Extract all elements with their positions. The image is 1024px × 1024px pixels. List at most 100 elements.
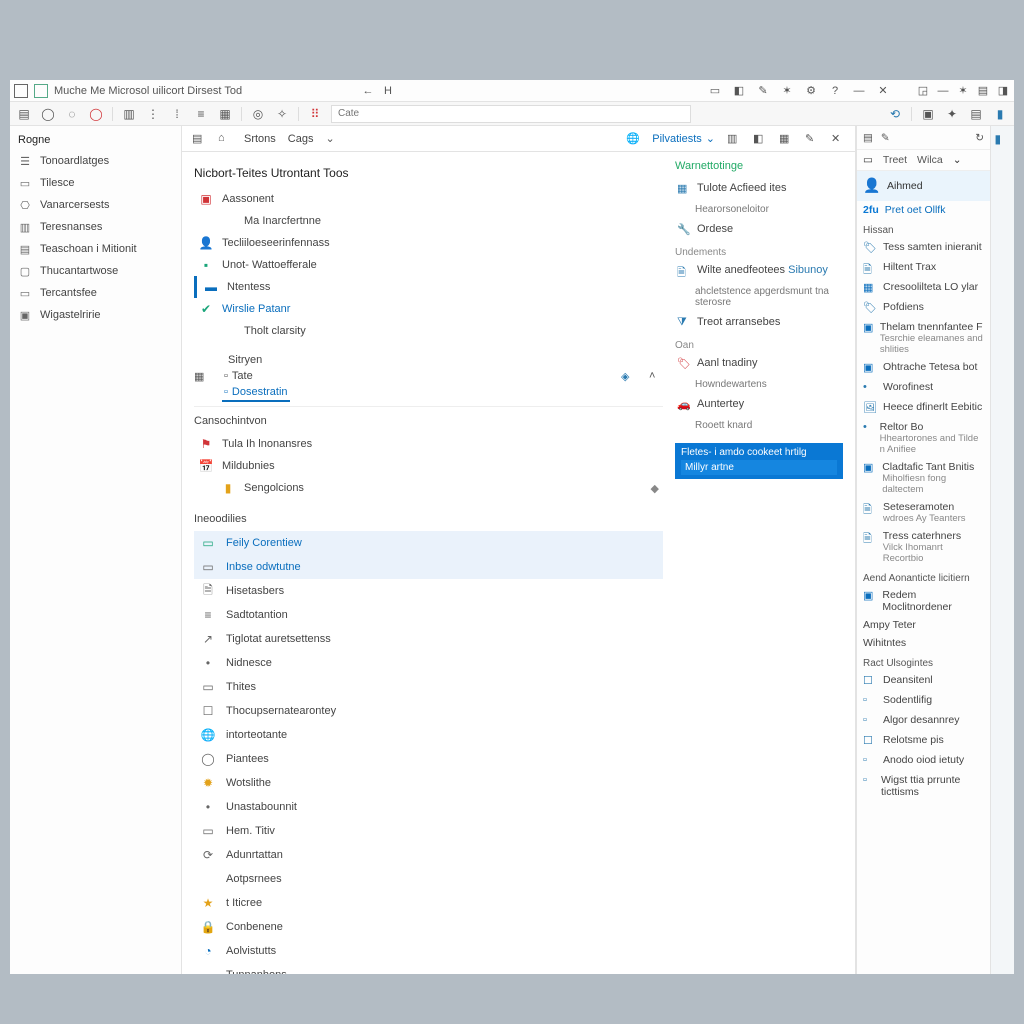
- rp-items3-item-2[interactable]: ▫ Algor desannrey: [857, 711, 990, 731]
- back-icon[interactable]: ←: [361, 84, 375, 98]
- tb-i1-icon[interactable]: ▥: [121, 106, 137, 122]
- tb-i2-icon[interactable]: ⋮: [145, 106, 161, 122]
- tab-more-icon[interactable]: ◈: [621, 370, 635, 384]
- far-ic1[interactable]: ▮: [995, 132, 1011, 148]
- head-tab2[interactable]: Cags: [288, 133, 314, 145]
- list2-item-14[interactable]: Aotpsrnees: [194, 867, 663, 891]
- rp-items3-item-4[interactable]: ▫ Anodo oiod ietuty: [857, 751, 990, 771]
- list2-item-6[interactable]: ▭ Thites: [194, 675, 663, 699]
- command-input[interactable]: [331, 105, 691, 123]
- main-row-2[interactable]: 👤 Tecliiloeseerinfennass: [194, 232, 663, 254]
- lnav-item-0[interactable]: ☰ Tonoardlatges: [10, 150, 181, 172]
- rp-items3-item-1[interactable]: ▫ Sodentlifig: [857, 691, 990, 711]
- tb-grid-icon[interactable]: ⠿: [307, 106, 323, 122]
- head-close-icon[interactable]: ✕: [831, 132, 845, 146]
- rp-items1-item-10[interactable]: 🗎 Seteseramotenwdroes Ay Teanters: [857, 498, 990, 527]
- lnav-item-4[interactable]: ▤ Teaschoan i Mitionit: [10, 238, 181, 260]
- ext5-icon[interactable]: ◨: [996, 84, 1010, 98]
- side-highlight[interactable]: Fletes- i amdo cookeet hrtilg Millyr art…: [675, 443, 843, 479]
- list2-item-7[interactable]: ☐ Thocupsernatearontey: [194, 699, 663, 723]
- head-pill[interactable]: Pilvatiests ⌄: [652, 132, 715, 145]
- rp-items1-item-8[interactable]: • Reltor BoHheartorones and Tilde n Anif…: [857, 418, 990, 458]
- lnav-item-7[interactable]: ▣ Wigastelririe: [10, 304, 181, 326]
- list2-item-16[interactable]: 🔒 Conbenene: [194, 915, 663, 939]
- rp-tab2[interactable]: Wilca: [917, 154, 943, 166]
- rp-items3-item-0[interactable]: ☐ Deansitenl: [857, 671, 990, 691]
- list2-item-18[interactable]: Tunnanhons: [194, 963, 663, 974]
- side-item-2-0[interactable]: 🏷 Aanl tnadiny: [675, 353, 843, 375]
- main-row-3[interactable]: ▪ Unot- Wattoefferale: [194, 254, 663, 276]
- ext1-icon[interactable]: ◲: [916, 84, 930, 98]
- tb-new-icon[interactable]: ▤: [16, 106, 32, 122]
- help-icon[interactable]: ?: [828, 84, 842, 98]
- list2-item-10[interactable]: ✹ Wotslithe: [194, 771, 663, 795]
- tb-r4-icon[interactable]: ▮: [992, 106, 1008, 122]
- rp-ic2[interactable]: ✎: [881, 132, 890, 144]
- rp-tab1[interactable]: Treet: [883, 154, 907, 166]
- rp-items1-item-9[interactable]: ▣ Cladtafic Tant BnitisMiholfiesn fong d…: [857, 458, 990, 498]
- main-row-5[interactable]: ✔ Wirslie Patanr: [194, 298, 663, 320]
- row-more-icon[interactable]: ◆: [651, 482, 659, 495]
- rp-book-icon[interactable]: ▭: [863, 154, 873, 166]
- close-icon[interactable]: ✕: [876, 84, 890, 98]
- main-row-0[interactable]: ▣ Aassonent: [194, 188, 663, 210]
- chevron-down-icon[interactable]: ⌄: [325, 132, 339, 146]
- tb-i5-icon[interactable]: ▦: [217, 106, 233, 122]
- rp-items1-item-0[interactable]: 🏷 Tess samten inieranit: [857, 238, 990, 258]
- tb-save-icon[interactable]: ◌: [64, 106, 80, 122]
- side-item-0-0[interactable]: ▦ Tulote Acfieed ites: [675, 178, 843, 200]
- list2-item-1[interactable]: ▭ Inbse odwtutne: [194, 555, 663, 579]
- rp-ic3[interactable]: ↻: [975, 132, 984, 144]
- ext2-icon[interactable]: —: [936, 84, 950, 98]
- ext3-icon[interactable]: ✶: [956, 84, 970, 98]
- rp-items1-item-1[interactable]: 🗎 Hiltent Trax: [857, 258, 990, 278]
- main-row-1[interactable]: Ma Inarcfertnne: [216, 210, 663, 232]
- tb-star-icon[interactable]: ✧: [274, 106, 290, 122]
- gear-icon[interactable]: ⚙: [804, 84, 818, 98]
- rp-items1-item-2[interactable]: ▦ Cresoolilteta LO ylar: [857, 278, 990, 298]
- rp-items3-item-5[interactable]: ▫ Wigst ttia prrunte ticttisms: [857, 771, 990, 801]
- list2-item-5[interactable]: • Nidnesce: [194, 651, 663, 675]
- ext4-icon[interactable]: ▤: [976, 84, 990, 98]
- rp-items3-item-3[interactable]: ☐ Relotsme pis: [857, 731, 990, 751]
- rp-items1-item-3[interactable]: 🏷 Pofdiens: [857, 298, 990, 318]
- lnav-item-1[interactable]: ▭ Tilesce: [10, 172, 181, 194]
- tb-i3-icon[interactable]: ⁞: [169, 106, 185, 122]
- head-edit-icon[interactable]: ✎: [805, 132, 819, 146]
- rp-items1-item-4[interactable]: ▣ Thelam tnennfantee FTesrchie eleamanes…: [857, 318, 990, 358]
- sub-tab-2[interactable]: ▫ Dosestratin: [222, 384, 290, 402]
- layout-icon[interactable]: ▭: [708, 84, 722, 98]
- tb-target-icon[interactable]: ◎: [250, 106, 266, 122]
- tb-r1-icon[interactable]: ▣: [920, 106, 936, 122]
- head-ic2[interactable]: ◧: [753, 132, 767, 146]
- tab-up-icon[interactable]: ˄: [649, 370, 663, 384]
- side-item-2-1[interactable]: 🚗 Auntertey: [675, 394, 843, 416]
- home-icon[interactable]: ⌂: [218, 132, 232, 146]
- rp-tab-chevron-icon[interactable]: ⌄: [953, 154, 962, 166]
- list2-item-13[interactable]: ⟳ Adunrtattan: [194, 843, 663, 867]
- sub-tab-1[interactable]: ▫ Tate: [222, 368, 290, 384]
- sub-tab-0[interactable]: Sitryen: [222, 352, 290, 368]
- list2-item-12[interactable]: ▭ Hem. Titiv: [194, 819, 663, 843]
- list-icon[interactable]: ▤: [192, 132, 206, 146]
- rp-items1-item-7[interactable]: 🖼 Heece dfinerlt Eebitic: [857, 398, 990, 418]
- list2-item-11[interactable]: • Unastabounnit: [194, 795, 663, 819]
- list2-item-17[interactable]: ◔ Aolvistutts: [194, 939, 663, 963]
- tab-grid-icon[interactable]: ▦: [194, 370, 208, 384]
- sub-row-0[interactable]: ⚑ Tula Ih lnonansres: [194, 433, 663, 455]
- lnav-item-5[interactable]: ▢ Thucantartwose: [10, 260, 181, 282]
- pin-icon[interactable]: ✶: [780, 84, 794, 98]
- list2-item-8[interactable]: 🌐 intorteotante: [194, 723, 663, 747]
- rp-ic1[interactable]: ▤: [863, 132, 873, 144]
- list2-item-2[interactable]: 🗎 Hisetasbers: [194, 579, 663, 603]
- list2-item-3[interactable]: ≡ Sadtotantion: [194, 603, 663, 627]
- main-row-4[interactable]: ▬ Ntentess: [194, 276, 663, 298]
- tb-i4-icon[interactable]: ≡: [193, 106, 209, 122]
- minimize-icon[interactable]: —: [852, 84, 866, 98]
- h-icon[interactable]: H: [381, 84, 395, 98]
- rp-items1-item-11[interactable]: 🗎 Tress caterhnersVilck Ihomanrt Recortb…: [857, 527, 990, 567]
- rp-items1-item-6[interactable]: • Worofinest: [857, 378, 990, 398]
- lnav-item-6[interactable]: ▭ Tercantsfee: [10, 282, 181, 304]
- lnav-item-3[interactable]: ▥ Teresnanses: [10, 216, 181, 238]
- panel-icon[interactable]: ◧: [732, 84, 746, 98]
